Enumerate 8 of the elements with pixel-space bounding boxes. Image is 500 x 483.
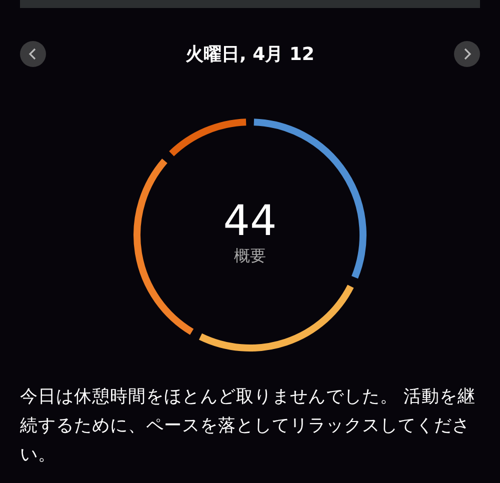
score-label: 概要 xyxy=(234,246,266,266)
next-button[interactable] xyxy=(454,41,480,67)
date-title: 火曜日, 4月 12 xyxy=(186,43,314,66)
message-text: 今日は休憩時間をほとんど取りませんでした。 活動を継続するために、ペースを落としてリラックスしてください。 xyxy=(20,386,477,467)
score-value: 44 xyxy=(223,198,277,244)
chevron-right-icon xyxy=(462,48,472,60)
chevron-left-icon xyxy=(28,48,38,60)
previous-button[interactable] xyxy=(20,41,46,67)
